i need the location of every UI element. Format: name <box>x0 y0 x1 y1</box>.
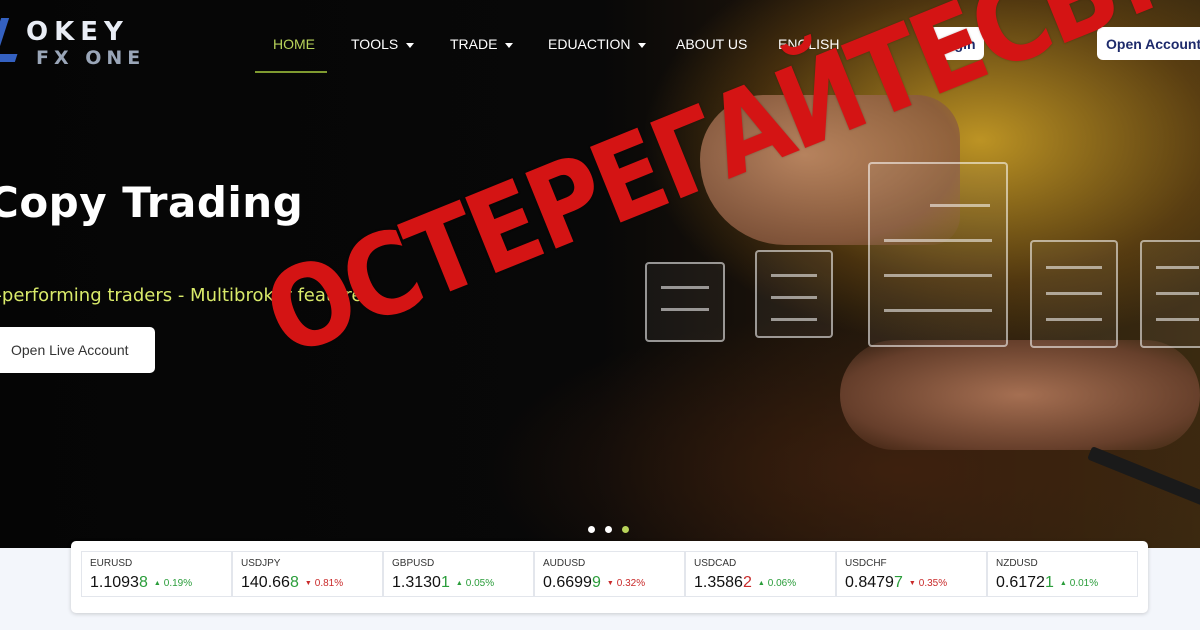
ticker-item-gbpusd[interactable]: GBPUSD 1.31301 ▲ 0.05% <box>383 551 534 597</box>
carousel-dot-active[interactable] <box>622 526 629 533</box>
ticker-symbol: USDCHF <box>845 558 887 569</box>
hero-document-graphic <box>755 250 833 338</box>
hero-document-graphic <box>1140 240 1200 348</box>
nav-trade[interactable]: TRADE <box>450 28 514 60</box>
arrow-down-icon: ▼ <box>908 580 916 587</box>
ticker-price-last-digit: 8 <box>138 574 148 591</box>
nav-about-us-label: ABOUT US <box>676 36 748 52</box>
ticker-change: ▲ 0.05% <box>456 578 494 589</box>
carousel-dots <box>588 526 629 533</box>
ticker-price-main: 0.6699 <box>543 574 592 591</box>
ticker-symbol: AUDUSD <box>543 558 586 569</box>
ticker-price: 140.668 ▼ 0.81% <box>241 574 343 592</box>
arrow-up-icon: ▲ <box>153 580 161 587</box>
logo-text-line2: FX ONE <box>36 47 146 69</box>
ticker-symbol: USDCAD <box>694 558 737 569</box>
ticker-price: 0.84797 ▼ 0.35% <box>845 574 947 592</box>
ticker-change-value: 0.01% <box>1069 578 1099 589</box>
hero-background-hand-lower <box>840 340 1200 450</box>
page: OKEY FX ONE HOME TOOLS TRADE EDUACTION A… <box>0 0 1200 630</box>
ticker-symbol: USDJPY <box>241 558 281 569</box>
carousel-dot[interactable] <box>588 526 595 533</box>
carousel-dot[interactable] <box>605 526 612 533</box>
ticker-price-main: 0.6172 <box>996 574 1045 591</box>
ticker-change: ▲ 0.01% <box>1060 578 1098 589</box>
chevron-down-icon <box>406 42 415 48</box>
nav-trade-label: TRADE <box>450 36 498 52</box>
ticker-price-main: 1.3586 <box>694 574 743 591</box>
ticker-price: 0.66999 ▼ 0.32% <box>543 574 645 592</box>
arrow-down-icon: ▼ <box>606 580 614 587</box>
hero-title: Copy Trading <box>0 178 304 227</box>
nav-education-label: EDUACTION <box>548 36 631 52</box>
ticker-change: ▲ 0.06% <box>758 578 796 589</box>
arrow-up-icon: ▲ <box>757 580 765 587</box>
arrow-up-icon: ▲ <box>1059 580 1067 587</box>
hero-pen-graphic <box>1087 446 1200 508</box>
nav-active-indicator <box>255 71 327 73</box>
ticker-price: 0.61721 ▲ 0.01% <box>996 574 1098 592</box>
ticker-price-main: 0.8479 <box>845 574 894 591</box>
ticker-item-nzdusd[interactable]: NZDUSD 0.61721 ▲ 0.01% <box>987 551 1138 597</box>
nav-home-label: HOME <box>273 36 315 52</box>
logo[interactable]: OKEY FX ONE <box>0 14 164 70</box>
ticker-price-main: 140.66 <box>241 574 290 591</box>
ticker-price: 1.35862 ▲ 0.06% <box>694 574 796 592</box>
ticker-price: 1.31301 ▲ 0.05% <box>392 574 494 592</box>
ticker-price-main: 1.3130 <box>392 574 441 591</box>
ticker-price-main: 1.1093 <box>90 574 139 591</box>
open-live-account-button[interactable]: Open Live Account <box>0 327 155 373</box>
chevron-down-icon <box>638 42 647 48</box>
ticker-item-usdcad[interactable]: USDCAD 1.35862 ▲ 0.06% <box>685 551 836 597</box>
ticker-price-last-digit: 1 <box>440 574 450 591</box>
nav-about-us[interactable]: ABOUT US <box>676 28 747 60</box>
ticker-symbol: GBPUSD <box>392 558 435 569</box>
ticker-change: ▲ 0.19% <box>154 578 192 589</box>
ticker-change: ▼ 0.81% <box>305 578 343 589</box>
nav-tools-label: TOOLS <box>351 36 399 52</box>
ticker-price-last-digit: 7 <box>893 574 903 591</box>
logo-mark-icon <box>0 18 30 62</box>
hero-document-graphic <box>868 162 1008 347</box>
arrow-down-icon: ▼ <box>304 580 312 587</box>
nav-education[interactable]: EDUACTION <box>548 28 647 60</box>
ticker-price-last-digit: 1 <box>1044 574 1054 591</box>
ticker-change-value: 0.32% <box>616 578 646 589</box>
ticker-price-last-digit: 2 <box>742 574 752 591</box>
ticker-change: ▼ 0.35% <box>909 578 947 589</box>
ticker-price-last-digit: 9 <box>591 574 601 591</box>
chevron-down-icon <box>505 42 514 48</box>
ticker-change-value: 0.19% <box>163 578 193 589</box>
ticker-change: ▼ 0.32% <box>607 578 645 589</box>
hero-document-graphic <box>1030 240 1118 348</box>
forex-ticker: EURUSD 1.10938 ▲ 0.19% USDJPY 140.668 ▼ 0.81… <box>71 541 1148 613</box>
ticker-item-audusd[interactable]: AUDUSD 0.66999 ▼ 0.32% <box>534 551 685 597</box>
ticker-price: 1.10938 ▲ 0.19% <box>90 574 192 592</box>
ticker-price-last-digit: 8 <box>289 574 299 591</box>
logo-text-line1: OKEY <box>26 17 129 47</box>
ticker-symbol: EURUSD <box>90 558 133 569</box>
ticker-symbol: NZDUSD <box>996 558 1038 569</box>
ticker-change-value: 0.06% <box>767 578 797 589</box>
ticker-item-usdjpy[interactable]: USDJPY 140.668 ▼ 0.81% <box>232 551 383 597</box>
nav-home[interactable]: HOME <box>273 28 315 60</box>
ticker-change-value: 0.81% <box>314 578 344 589</box>
hero-document-graphic <box>645 262 725 342</box>
nav-tools[interactable]: TOOLS <box>351 28 415 60</box>
ticker-item-usdchf[interactable]: USDCHF 0.84797 ▼ 0.35% <box>836 551 987 597</box>
arrow-up-icon: ▲ <box>455 580 463 587</box>
ticker-item-eurusd[interactable]: EURUSD 1.10938 ▲ 0.19% <box>81 551 232 597</box>
ticker-change-value: 0.05% <box>465 578 495 589</box>
ticker-change-value: 0.35% <box>918 578 948 589</box>
